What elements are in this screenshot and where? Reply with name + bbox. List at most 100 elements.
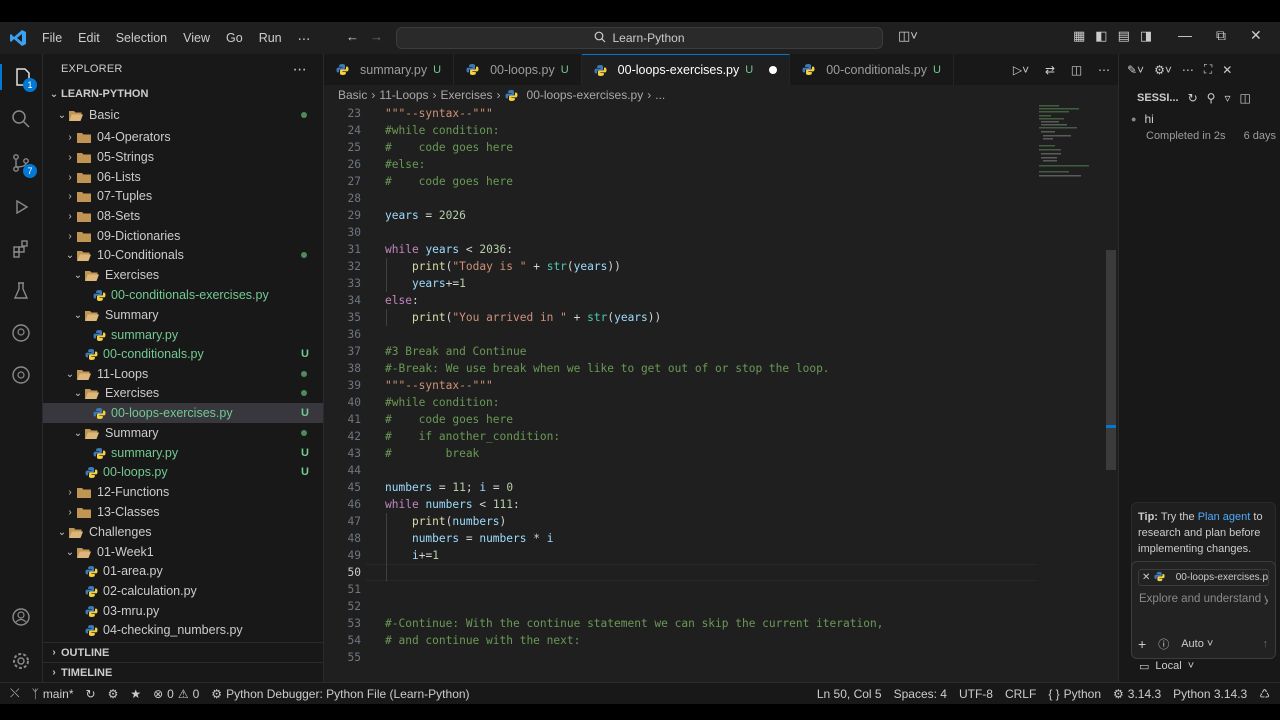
tree-folder-item[interactable]: ⌄ 01-Week1: [43, 542, 323, 562]
search-view-icon[interactable]: [8, 106, 34, 132]
split-editor-icon[interactable]: ◫: [1071, 63, 1082, 77]
tab-summary[interactable]: summary.py U: [324, 54, 455, 85]
run-python-icon[interactable]: ▷˅: [1013, 63, 1029, 77]
more-actions-icon[interactable]: ⋯: [1182, 63, 1194, 77]
sync-icon[interactable]: ↻: [80, 687, 102, 701]
tree-folder-item[interactable]: › 07-Tuples: [43, 186, 323, 206]
breadcrumb-item[interactable]: Basic: [338, 88, 367, 102]
graph-icon[interactable]: ⚙: [102, 687, 125, 701]
mode-picker[interactable]: Auto ˅: [1181, 638, 1213, 650]
accounts-icon[interactable]: [8, 604, 34, 630]
tree-file-item[interactable]: 01-area.py: [43, 561, 323, 581]
breadcrumb-item[interactable]: Exercises: [441, 88, 493, 102]
tab-loops-exercises[interactable]: 00-loops-exercises.py U: [581, 54, 791, 85]
menu-file[interactable]: File: [34, 31, 70, 45]
tree-file-item[interactable]: 00-loops-exercises.py U: [43, 403, 323, 423]
command-center-search[interactable]: Learn-Python: [396, 27, 883, 49]
breadcrumb-item[interactable]: 11-Loops: [379, 88, 428, 102]
plan-agent-link[interactable]: Plan agent: [1198, 511, 1251, 523]
breadcrumb-item[interactable]: 00-loops-exercises.py: [527, 88, 644, 102]
tree-file-item[interactable]: 03-mru.py: [43, 601, 323, 621]
indentation[interactable]: Spaces: 4: [888, 687, 953, 701]
tree-folder-item[interactable]: › 08-Sets: [43, 206, 323, 226]
back-arrow-icon[interactable]: ←: [346, 29, 359, 44]
session-item[interactable]: ● hi Completed in 2s 6 days: [1131, 112, 1276, 142]
tree-file-item[interactable]: 00-conditionals.py U: [43, 344, 323, 364]
close-window-icon[interactable]: ✕: [1250, 27, 1262, 44]
github-icon[interactable]: [8, 320, 34, 346]
toggle-panel-icon[interactable]: ▤: [1118, 28, 1130, 44]
tree-folder-item[interactable]: ⌄ Basic: [43, 105, 323, 125]
menu-run[interactable]: Run: [251, 31, 290, 45]
tree-folder-item[interactable]: ⌄ 10-Conditionals: [43, 245, 323, 265]
minimize-icon[interactable]: —: [1178, 27, 1192, 44]
copilot-icon[interactable]: ◫˅: [898, 28, 918, 44]
more-actions-icon[interactable]: ⋯: [293, 61, 307, 78]
explorer-icon[interactable]: 1: [0, 64, 43, 92]
tree-folder-item[interactable]: ⌄ Summary: [43, 305, 323, 325]
menu-more[interactable]: ⋯: [290, 31, 319, 46]
tree-folder-item[interactable]: › 12-Functions: [43, 482, 323, 502]
add-context-icon[interactable]: +: [1138, 636, 1146, 652]
remote-indicator-icon[interactable]: ⤬: [0, 686, 26, 701]
tree-folder-item[interactable]: › 06-Lists: [43, 167, 323, 187]
tree-folder-item[interactable]: › 05-Strings: [43, 147, 323, 167]
chat-input[interactable]: Explore and understand y: [1139, 593, 1268, 605]
editor-scrollbar[interactable]: [1106, 250, 1116, 470]
tree-folder-item[interactable]: ⌄ Summary: [43, 423, 323, 443]
new-chat-icon[interactable]: ✎˅: [1127, 63, 1144, 77]
search-sessions-icon[interactable]: ⚲: [1207, 91, 1216, 105]
language-mode[interactable]: { } Python: [1042, 687, 1107, 701]
outline-section[interactable]: › OUTLINE: [43, 642, 323, 662]
extensions-icon[interactable]: [8, 236, 34, 262]
tab-conditionals[interactable]: 00-conditionals.py U: [790, 54, 954, 85]
code-editor[interactable]: 23 """--syntax--""" 24 #while condition: 2…: [324, 105, 1118, 682]
menu-view[interactable]: View: [175, 31, 218, 45]
tree-folder-item[interactable]: › 04-Operators: [43, 127, 323, 147]
line-ending[interactable]: CRLF: [999, 687, 1042, 701]
send-icon[interactable]: ↑: [1263, 638, 1269, 650]
layout-icon[interactable]: ◫: [1239, 91, 1250, 105]
restore-icon[interactable]: ⧉: [1216, 27, 1226, 44]
notifications-bell-icon[interactable]: ♺: [1253, 687, 1280, 701]
copilot-status-icon[interactable]: ★: [124, 687, 147, 701]
unsaved-dot-icon[interactable]: [769, 66, 778, 74]
manage-gear-icon[interactable]: [8, 648, 34, 674]
tree-folder-item[interactable]: ⌄ Challenges: [43, 522, 323, 542]
customize-layout-icon[interactable]: ▦: [1073, 28, 1085, 44]
remove-attachment-icon[interactable]: ✕: [1142, 572, 1150, 583]
tree-folder-item[interactable]: ⌄ Exercises: [43, 265, 323, 285]
location-picker[interactable]: ▭ Local ˅: [1139, 660, 1194, 673]
refresh-icon[interactable]: ↻: [1188, 91, 1198, 105]
problems-indicator[interactable]: ⊗ 0 ⚠ 0: [147, 687, 205, 701]
minimap[interactable]: [1035, 105, 1103, 185]
settings-gear-icon[interactable]: ⚙˅: [1154, 63, 1172, 77]
forward-arrow-icon[interactable]: →: [370, 29, 383, 44]
source-control-icon[interactable]: 7: [8, 150, 37, 178]
debugger-status[interactable]: ⚙ Python Debugger: Python File (Learn-Pyt…: [205, 687, 475, 701]
encoding[interactable]: UTF-8: [953, 687, 999, 701]
help-icon[interactable]: ⓘ: [1158, 636, 1169, 652]
tree-file-item[interactable]: summary.py: [43, 325, 323, 345]
maximize-icon[interactable]: ⛶: [1204, 62, 1212, 77]
attachment-chip[interactable]: ✕ 00-loops-exercises.p: [1138, 569, 1269, 586]
tree-file-item[interactable]: 04-checking_numbers.py: [43, 620, 323, 640]
workspace-root[interactable]: ⌄ LEARN-PYTHON: [43, 84, 323, 104]
toggle-primary-sidebar-icon[interactable]: ◧: [1095, 28, 1107, 44]
compare-changes-icon[interactable]: ⇄: [1045, 63, 1055, 77]
branch-indicator[interactable]: ᛉ main*: [26, 687, 80, 701]
python-version-indicator[interactable]: ⚙ 3.14.3: [1107, 687, 1167, 701]
run-debug-icon[interactable]: [8, 194, 34, 220]
breadcrumb-item[interactable]: ...: [655, 88, 665, 102]
testing-icon[interactable]: [8, 278, 34, 304]
tree-folder-item[interactable]: ⌄ Exercises: [43, 383, 323, 403]
tree-folder-item[interactable]: › 13-Classes: [43, 502, 323, 522]
more-actions-icon[interactable]: ⋯: [1098, 63, 1110, 77]
tree-file-item[interactable]: summary.py U: [43, 443, 323, 463]
menu-go[interactable]: Go: [218, 31, 251, 45]
tree-file-item[interactable]: 00-conditionals-exercises.py: [43, 285, 323, 305]
tree-folder-item[interactable]: ⌄ 11-Loops: [43, 364, 323, 384]
menu-edit[interactable]: Edit: [70, 31, 108, 45]
tab-loops[interactable]: 00-loops.py U: [454, 54, 582, 85]
interpreter-selector[interactable]: Python 3.14.3: [1167, 687, 1253, 701]
